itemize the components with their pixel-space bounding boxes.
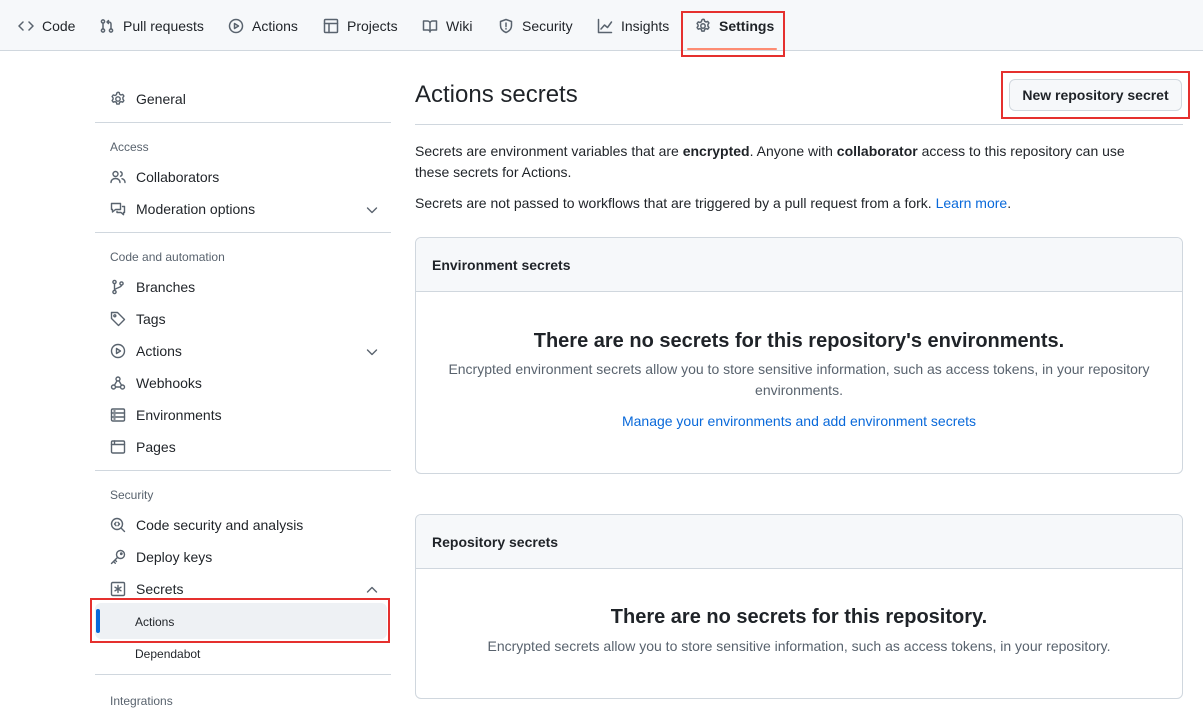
shield-icon <box>499 18 513 33</box>
people-icon <box>110 170 126 184</box>
intro-text: Secrets are environment variables that a… <box>415 141 1155 183</box>
environment-secrets-box: Environment secrets There are no secrets… <box>415 237 1183 474</box>
sidebar-item-code-security[interactable]: Code security and analysis <box>110 510 380 540</box>
fork-note: Secrets are not passed to workflows that… <box>415 193 1155 214</box>
server-icon <box>110 408 126 422</box>
tab-label: Projects <box>347 17 398 34</box>
divider <box>415 124 1183 125</box>
chevron-up-icon <box>366 586 378 593</box>
sidebar-item-label: Moderation options <box>136 201 256 217</box>
divider <box>95 232 391 233</box>
sidebar-item-webhooks[interactable]: Webhooks <box>110 368 380 398</box>
tab-label: Wiki <box>446 17 473 34</box>
tab-pull-requests[interactable]: Pull requests <box>99 0 204 51</box>
key-asterisk-icon <box>110 581 126 597</box>
tab-actions[interactable]: Actions <box>228 0 298 51</box>
sidebar-heading-code-automation: Code and automation <box>110 250 225 264</box>
repository-secrets-empty-text: Encrypted secrets allow you to store sen… <box>487 638 1111 654</box>
book-icon <box>422 19 438 33</box>
divider <box>95 122 391 123</box>
key-icon <box>110 549 126 565</box>
gear-icon <box>696 17 710 32</box>
fork-note-suffix: . <box>1007 195 1012 211</box>
active-indicator <box>96 609 100 633</box>
sidebar-item-label: Webhooks <box>136 375 202 391</box>
intro-text-part: Secrets are environment variables that a… <box>415 143 683 159</box>
selected-tab-underline <box>687 48 777 50</box>
tab-label: Code <box>42 17 76 34</box>
sidebar-item-branches[interactable]: Branches <box>110 272 380 302</box>
sidebar-subitem-actions[interactable]: Actions <box>95 603 387 639</box>
sidebar-heading-security: Security <box>110 488 154 502</box>
table-icon <box>323 18 339 33</box>
environment-secrets-empty-title: There are no secrets for this repository… <box>533 330 1065 352</box>
webhook-icon <box>110 376 126 390</box>
sidebar-item-label: Tags <box>136 311 166 327</box>
manage-environments-link[interactable]: Manage your environments and add environ… <box>416 413 1182 429</box>
tab-label: Security <box>522 17 573 34</box>
tab-settings[interactable]: Settings <box>695 0 774 51</box>
sidebar-item-label: General <box>136 91 186 107</box>
tab-security[interactable]: Security <box>498 0 573 51</box>
repo-nav: Code Pull requests Actions Projects Wiki… <box>0 0 1203 51</box>
browser-icon <box>110 440 126 454</box>
intro-emphasis-collaborator: collaborator <box>836 143 918 159</box>
sidebar-item-label: Collaborators <box>136 169 220 185</box>
graph-icon <box>597 18 613 33</box>
sidebar-heading-integrations: Integrations <box>110 694 173 708</box>
tab-label: Insights <box>621 17 670 34</box>
tab-label: Pull requests <box>123 17 204 34</box>
sidebar-item-label: Environments <box>136 407 222 423</box>
chevron-down-icon <box>366 349 378 356</box>
sidebar-item-label: Pages <box>136 439 176 455</box>
divider <box>95 674 391 675</box>
tab-label: Actions <box>252 17 298 34</box>
sidebar-subitem-label: Actions <box>135 615 175 629</box>
play-icon <box>228 18 244 33</box>
repository-secrets-header: Repository secrets <box>416 515 1182 569</box>
sidebar-item-deploy-keys[interactable]: Deploy keys <box>110 542 380 572</box>
sidebar-item-tags[interactable]: Tags <box>110 304 380 334</box>
sidebar-item-label: Code security and analysis <box>136 517 304 533</box>
repository-secrets-empty-title: There are no secrets for this repository… <box>610 606 988 628</box>
sidebar-item-environments[interactable]: Environments <box>110 400 380 430</box>
gear-icon <box>111 91 125 105</box>
tab-insights[interactable]: Insights <box>597 0 669 51</box>
page-title: Actions secrets <box>415 81 578 108</box>
tab-projects[interactable]: Projects <box>323 0 398 51</box>
git-branch-icon <box>112 279 124 295</box>
learn-more-link[interactable]: Learn more <box>936 195 1008 211</box>
intro-emphasis-encrypted: encrypted <box>682 143 750 159</box>
tab-wiki[interactable]: Wiki <box>422 0 472 51</box>
repository-secrets-box: Repository secrets There are no secrets … <box>415 514 1183 699</box>
divider <box>95 470 391 471</box>
intro-text-part: . Anyone with <box>749 143 837 159</box>
sidebar-subitem-dependabot[interactable]: Dependabot <box>135 647 200 661</box>
environment-secrets-empty-text: Encrypted environment secrets allow you … <box>448 361 1150 398</box>
tab-label: Settings <box>719 17 775 34</box>
git-pull-request-icon <box>100 18 114 33</box>
sidebar-item-pages[interactable]: Pages <box>110 432 380 462</box>
new-repository-secret-button[interactable]: New repository secret <box>1009 79 1182 111</box>
sidebar-item-secrets[interactable]: Secrets <box>110 574 380 604</box>
comment-discussion-icon <box>110 202 126 216</box>
sidebar-item-moderation-options[interactable]: Moderation options <box>110 194 380 224</box>
tag-icon <box>110 311 126 327</box>
play-icon <box>110 343 126 359</box>
sidebar-item-label: Actions <box>136 343 182 359</box>
code-icon <box>18 20 34 31</box>
sidebar-heading-access: Access <box>110 140 149 154</box>
tab-code[interactable]: Code <box>18 0 75 51</box>
sidebar-item-label: Deploy keys <box>136 549 213 565</box>
sidebar-item-label: Secrets <box>136 581 184 597</box>
sidebar-item-collaborators[interactable]: Collaborators <box>110 162 380 192</box>
environment-secrets-header: Environment secrets <box>416 238 1182 292</box>
sidebar-item-label: Branches <box>136 279 196 295</box>
codescan-icon <box>110 517 126 533</box>
sidebar-item-actions[interactable]: Actions <box>110 336 380 366</box>
chevron-down-icon <box>366 207 378 214</box>
fork-note-text: Secrets are not passed to workflows that… <box>415 195 936 211</box>
sidebar-item-general[interactable]: General <box>110 84 380 114</box>
